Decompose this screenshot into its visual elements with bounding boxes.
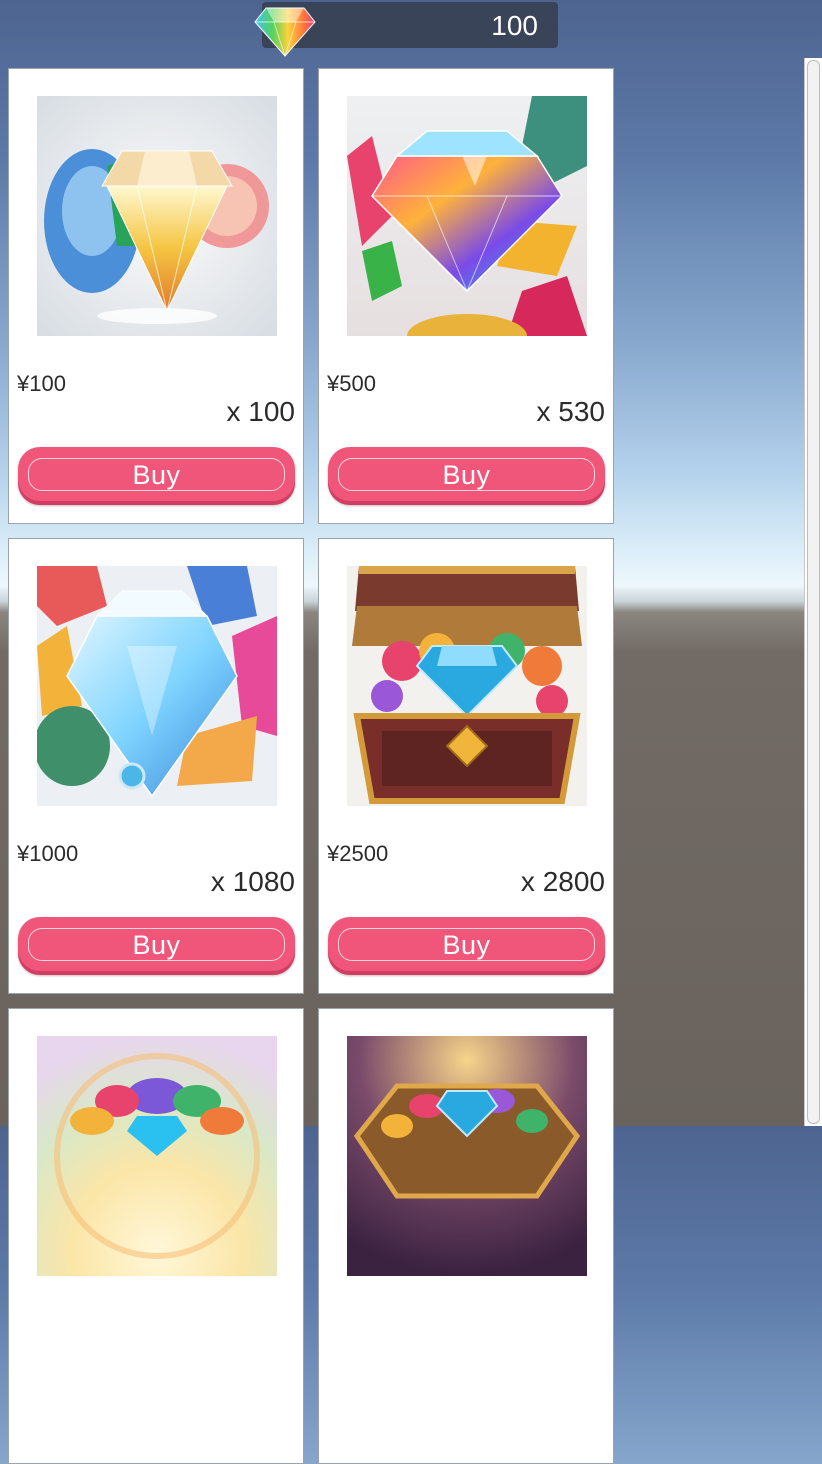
buy-button[interactable]: Buy (328, 917, 605, 975)
buy-button[interactable]: Buy (328, 447, 605, 505)
treasure-chest-image (347, 566, 587, 806)
buy-button-label: Buy (442, 460, 491, 490)
product-card-5 (8, 1008, 304, 1464)
product-price: ¥1000 (17, 841, 79, 866)
crystal-pile-image (37, 566, 277, 806)
buy-button-label: Buy (132, 460, 181, 490)
vertical-scrollbar[interactable] (804, 58, 822, 1126)
currency-amount: 100 (491, 10, 538, 41)
gem-rainbow-mound-image (37, 1036, 277, 1276)
product-price: ¥100 (17, 371, 66, 396)
product-card-6 (318, 1008, 614, 1464)
product-card-2: ¥500 x 530 Buy (318, 68, 614, 524)
gem-amount: x 2800 (520, 866, 605, 897)
product-price: ¥2500 (327, 841, 389, 866)
gem-amount: x 1080 (210, 866, 295, 897)
gem-amount: x 100 (226, 396, 296, 427)
product-card-1: ¥100 x 100 Buy (8, 68, 304, 524)
buy-button-label: Buy (132, 930, 181, 960)
buy-button[interactable]: Buy (18, 917, 295, 975)
gem-cluster-image (37, 96, 277, 336)
buy-button[interactable]: Buy (18, 447, 295, 505)
buy-button-label: Buy (442, 930, 491, 960)
product-price: ¥500 (327, 371, 376, 396)
product-card-4: ¥2500 x 2800 Buy (318, 538, 614, 994)
gem-burst-image (347, 96, 587, 336)
product-card-3: ¥1000 x 1080 Buy (8, 538, 304, 994)
gem-octagon-box-image (347, 1036, 587, 1276)
rainbow-gem-icon (254, 7, 316, 58)
scrollbar-thumb[interactable] (807, 60, 820, 1124)
gem-amount: x 530 (536, 396, 606, 427)
